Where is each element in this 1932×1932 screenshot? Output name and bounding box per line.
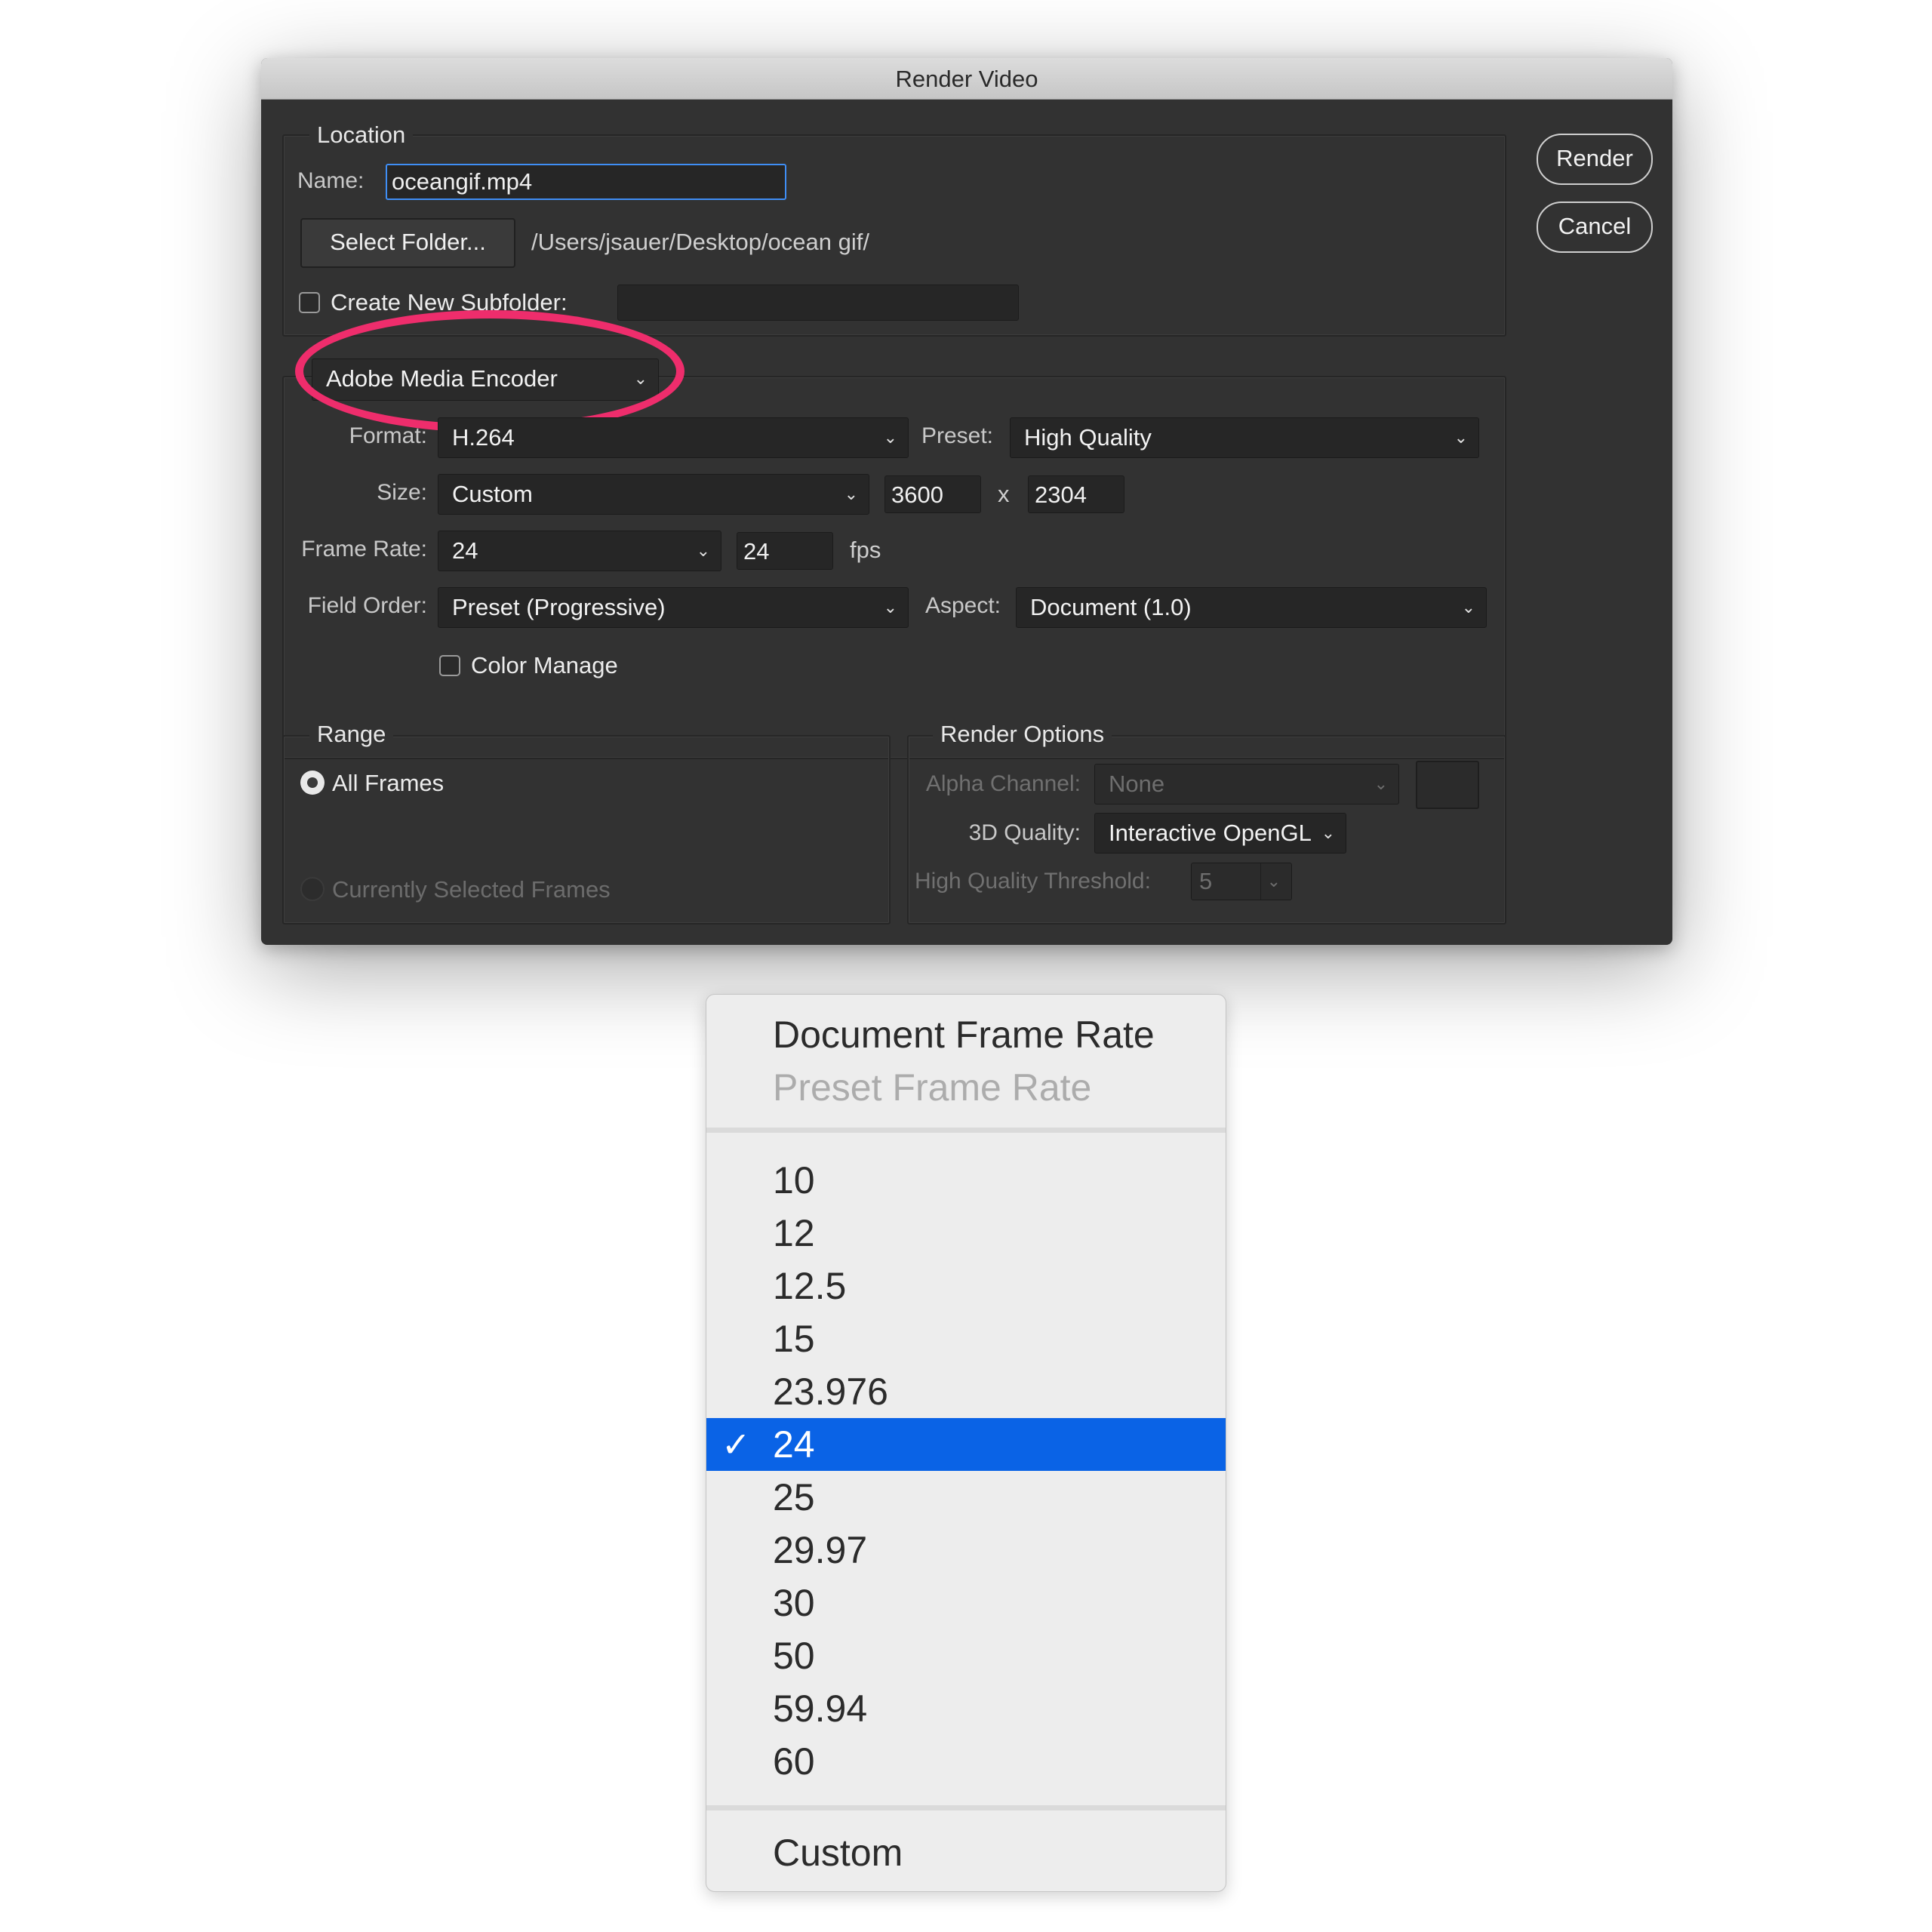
menu-item-25[interactable]: 25 [706, 1471, 1226, 1524]
frame-rate-menu: Document Frame Rate Preset Frame Rate 10… [706, 994, 1226, 1892]
render-button[interactable]: Render [1537, 134, 1653, 185]
high-quality-threshold-label: High Quality Threshold: [915, 869, 1151, 894]
menu-separator [706, 1128, 1226, 1133]
menu-item-10[interactable]: 10 [706, 1154, 1226, 1207]
checkmark-icon: ✓ [721, 1425, 751, 1464]
menu-item-24-label: 24 [773, 1423, 815, 1466]
chevron-down-icon: ⌄ [1461, 598, 1475, 617]
menu-item-24[interactable]: ✓ 24 [706, 1418, 1226, 1471]
alpha-channel-dropdown[interactable]: None ⌄ [1094, 764, 1399, 804]
height-input[interactable]: 2304 [1028, 475, 1124, 513]
field-order-dropdown[interactable]: Preset (Progressive) ⌄ [438, 587, 909, 628]
menu-item-23-976[interactable]: 23.976 [706, 1365, 1226, 1418]
3d-quality-value: Interactive OpenGL [1109, 820, 1312, 846]
subfolder-name-input[interactable] [617, 285, 1019, 321]
format-value: H.264 [452, 424, 515, 451]
chevron-down-icon: ⌄ [883, 428, 897, 447]
render-options-legend: Render Options [933, 721, 1112, 748]
chevron-down-icon: ⌄ [1454, 428, 1468, 447]
format-dropdown[interactable]: H.264 ⌄ [438, 417, 909, 458]
alpha-channel-label: Alpha Channel: [925, 771, 1081, 796]
name-label: Name: [297, 168, 365, 193]
fps-label: fps [850, 537, 881, 563]
high-quality-threshold-stepper[interactable]: 5 ⌄ [1191, 863, 1292, 900]
frame-rate-value: 24 [452, 537, 478, 564]
3d-quality-dropdown[interactable]: Interactive OpenGL ⌄ [1094, 813, 1346, 854]
field-order-label: Field Order: [307, 593, 427, 618]
menu-item-30[interactable]: 30 [706, 1577, 1226, 1629]
menu-item-50[interactable]: 50 [706, 1629, 1226, 1682]
preset-value: High Quality [1024, 424, 1152, 451]
name-input[interactable]: oceangif.mp4 [386, 164, 786, 200]
location-legend: Location [309, 122, 414, 149]
color-manage-label: Color Manage [471, 652, 618, 678]
selected-frames-radio[interactable] [300, 877, 325, 901]
cancel-button[interactable]: Cancel [1537, 202, 1653, 253]
aspect-dropdown[interactable]: Document (1.0) ⌄ [1016, 587, 1487, 628]
chevron-down-icon: ⌄ [1374, 774, 1388, 793]
create-subfolder-checkbox[interactable] [299, 292, 320, 313]
frame-rate-label: Frame Rate: [301, 537, 427, 561]
highlight-annotation-ellipse [295, 310, 685, 432]
selected-frames-label: Currently Selected Frames [332, 876, 611, 903]
dialog-title: Render Video [261, 58, 1672, 100]
chevron-down-icon: ⌄ [1321, 823, 1335, 842]
format-label: Format: [349, 423, 427, 448]
all-frames-label: All Frames [332, 770, 445, 796]
chevron-down-icon: ⌄ [844, 485, 858, 503]
fps-input[interactable]: 24 [737, 532, 833, 570]
render-video-dialog: Render Video Location Name: oceangif.mp4… [261, 58, 1672, 945]
size-dropdown[interactable]: Custom ⌄ [438, 474, 869, 515]
menu-item-29-97[interactable]: 29.97 [706, 1524, 1226, 1577]
select-folder-button[interactable]: Select Folder... [300, 218, 515, 268]
alpha-channel-value: None [1109, 771, 1165, 797]
size-value: Custom [452, 481, 533, 507]
all-frames-radio[interactable] [300, 771, 325, 795]
menu-item-59-94[interactable]: 59.94 [706, 1682, 1226, 1735]
preset-label: Preset: [921, 423, 993, 448]
folder-path: /Users/jsauer/Desktop/ocean gif/ [531, 229, 869, 255]
color-manage-checkbox[interactable] [439, 655, 460, 676]
matte-color-swatch[interactable] [1416, 761, 1479, 809]
menu-item-12-5[interactable]: 12.5 [706, 1260, 1226, 1312]
menu-separator [706, 1805, 1226, 1810]
preset-dropdown[interactable]: High Quality ⌄ [1010, 417, 1479, 458]
frame-rate-dropdown[interactable]: 24 ⌄ [438, 531, 721, 571]
menu-item-preset-frame-rate: Preset Frame Rate [773, 1066, 1092, 1109]
chevron-down-icon: ⌄ [696, 541, 710, 560]
menu-item-60[interactable]: 60 [706, 1735, 1226, 1788]
aspect-value: Document (1.0) [1030, 594, 1192, 620]
menu-item-12[interactable]: 12 [706, 1207, 1226, 1260]
chevron-down-icon: ⌄ [1260, 863, 1281, 900]
range-legend: Range [309, 721, 394, 748]
3d-quality-label: 3D Quality: [968, 820, 1081, 845]
chevron-down-icon: ⌄ [883, 598, 897, 617]
high-quality-threshold-value: 5 [1199, 868, 1213, 894]
aspect-label: Aspect: [924, 593, 1001, 618]
size-label: Size: [377, 480, 427, 505]
width-input[interactable]: 3600 [884, 475, 981, 513]
menu-item-custom[interactable]: Custom [706, 1826, 1226, 1879]
menu-item-document-frame-rate[interactable]: Document Frame Rate [706, 1008, 1226, 1061]
field-order-value: Preset (Progressive) [452, 594, 666, 620]
menu-item-15[interactable]: 15 [706, 1312, 1226, 1365]
size-times-label: x [998, 481, 1010, 507]
